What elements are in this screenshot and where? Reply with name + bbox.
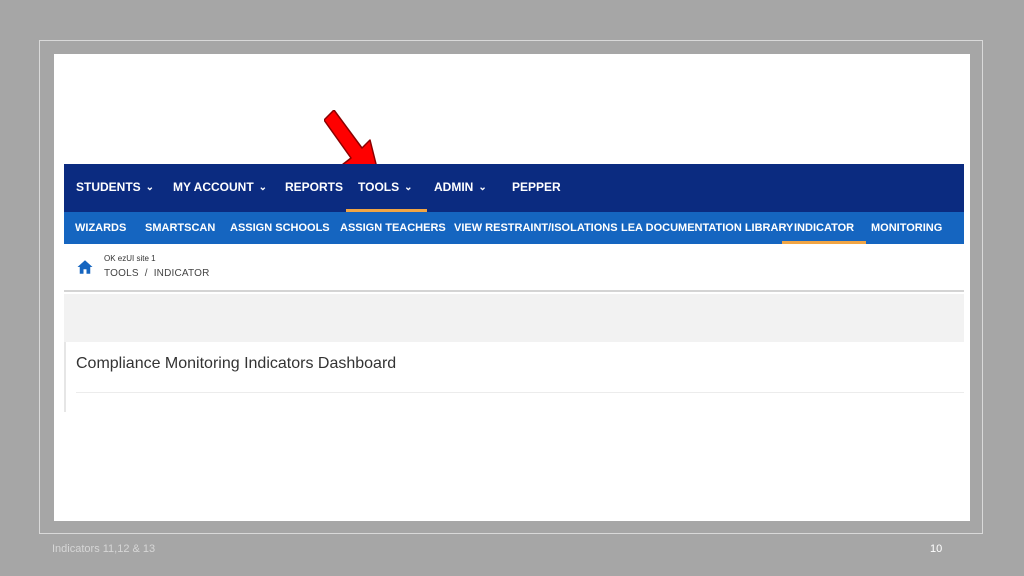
page-title: Compliance Monitoring Indicators Dashboa… [76, 355, 397, 372]
chevron-down-icon: ⌄ [258, 182, 268, 193]
breadcrumb-tools[interactable]: TOOLS [104, 268, 139, 279]
nav-tools[interactable]: TOOLS ⌄ [346, 164, 426, 212]
top-nav: STUDENTS ⌄ MY ACCOUNT ⌄ REPORTS TOOLS ⌄ ADM… [64, 164, 964, 212]
nav-my-account[interactable]: MY ACCOUNT ⌄ [173, 164, 267, 212]
breadcrumb: TOOLS / INDICATOR [104, 268, 210, 279]
nav-reports-label: REPORTS [285, 180, 344, 194]
subnav-indicator[interactable]: INDICATOR [781, 212, 867, 244]
nav-admin-label: ADMIN [434, 180, 474, 194]
breadcrumb-separator: / [144, 268, 148, 279]
home-icon[interactable] [76, 258, 94, 276]
toolbar-area [64, 294, 964, 342]
nav-students[interactable]: STUDENTS ⌄ [76, 164, 154, 212]
breadcrumb-indicator: INDICATOR [153, 268, 210, 279]
breadcrumb-bar: OK ezUI site 1 TOOLS / INDICATOR [64, 244, 964, 292]
chevron-down-icon: ⌄ [145, 182, 155, 193]
dashboard-panel: Compliance Monitoring Indicators Dashboa… [64, 342, 964, 412]
subnav-monitoring[interactable]: MONITORING [871, 212, 942, 244]
nav-reports[interactable]: REPORTS [285, 164, 343, 212]
site-name: OK ezUI site 1 [104, 254, 156, 263]
subnav-assign-teachers[interactable]: ASSIGN TEACHERS [340, 212, 446, 244]
chevron-down-icon: ⌄ [478, 182, 487, 193]
slide-page-number: 10 [930, 543, 943, 555]
slide-footer: Indicators 11,12 & 13 [52, 543, 156, 555]
subnav-lea-documentation-library[interactable]: LEA DOCUMENTATION LIBRARY [621, 212, 793, 244]
subnav-assign-schools[interactable]: ASSIGN SCHOOLS [230, 212, 330, 244]
sub-nav: WIZARDS SMARTSCAN ASSIGN SCHOOLS ASSIGN … [64, 212, 964, 244]
nav-my-account-label: MY ACCOUNT [173, 180, 254, 194]
subnav-wizards[interactable]: WIZARDS [75, 212, 126, 244]
divider [76, 392, 964, 393]
subnav-smartscan[interactable]: SMARTSCAN [145, 212, 215, 244]
subnav-view-restraint-isolations[interactable]: VIEW RESTRAINT/ISOLATIONS [454, 212, 618, 244]
nav-pepper[interactable]: PEPPER [512, 164, 561, 212]
nav-pepper-label: PEPPER [512, 180, 561, 194]
nav-tools-label: TOOLS [358, 180, 400, 194]
nav-admin[interactable]: ADMIN ⌄ [434, 164, 487, 212]
chevron-down-icon: ⌄ [404, 182, 413, 193]
screenshot-panel: STUDENTS ⌄ MY ACCOUNT ⌄ REPORTS TOOLS ⌄ ADM… [54, 54, 970, 521]
nav-students-label: STUDENTS [76, 180, 141, 194]
